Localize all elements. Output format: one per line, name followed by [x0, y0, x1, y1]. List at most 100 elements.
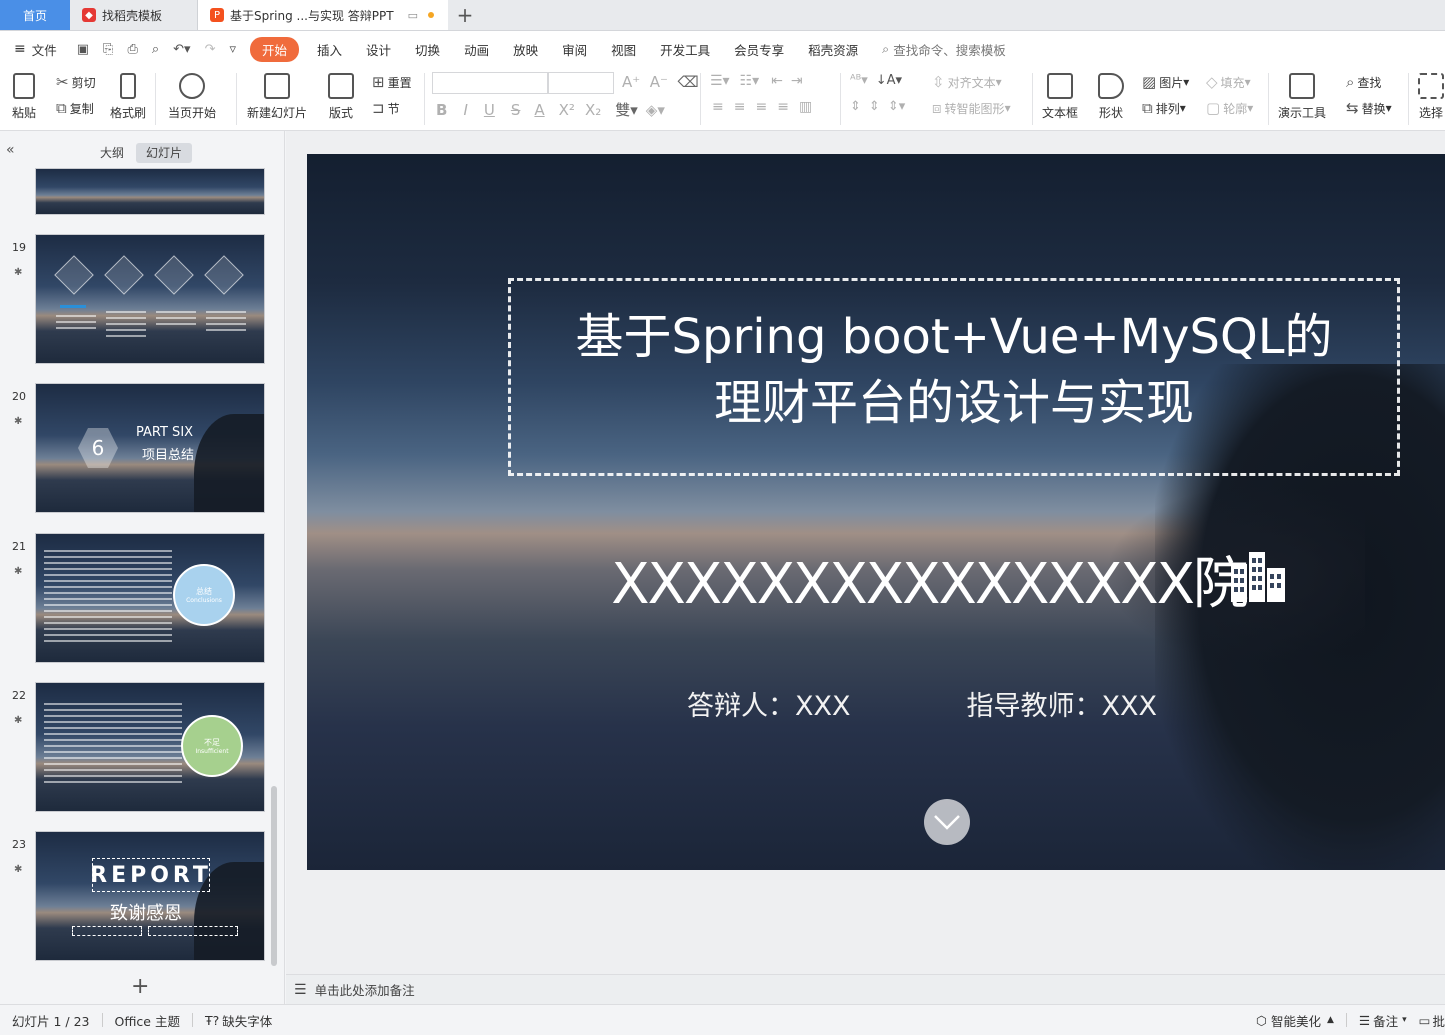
menu-developer[interactable]: 开发工具 [660, 40, 710, 59]
presentation-tools-button[interactable]: 演示工具 [1278, 73, 1326, 121]
slide-thumbnail-21[interactable]: 总结 Conclusions [35, 533, 265, 663]
tab-template[interactable]: ◆ 找稻壳模板 [70, 0, 198, 30]
slide-thumbnail-19[interactable] [35, 234, 265, 364]
bullet-list-icon[interactable]: ☰▾ [710, 73, 730, 89]
decrease-indent-icon[interactable]: ⇤ [771, 73, 783, 89]
font-size-select[interactable] [548, 72, 614, 94]
new-tab-button[interactable]: + [448, 0, 482, 30]
textbox-button[interactable]: 文本框 [1042, 73, 1078, 121]
align-center-icon[interactable]: ≡ [734, 99, 746, 115]
strikethrough-button[interactable]: S [511, 101, 521, 119]
play-from-current-button[interactable]: 当页开始 [168, 73, 216, 121]
missing-font-button[interactable]: Ŧ? 缺失字体 [205, 1011, 272, 1030]
underline-button[interactable]: U [484, 101, 495, 119]
font-color-button[interactable]: A [534, 101, 544, 119]
picture-button[interactable]: ▨ 图片 ▾ [1142, 73, 1189, 91]
section-button[interactable]: ⊐ 节 [372, 99, 400, 117]
reset-button[interactable]: ⊞ 重置 [372, 73, 412, 91]
tab-home[interactable]: 首页 [0, 0, 70, 30]
chevron-down-icon[interactable] [924, 799, 970, 845]
export-pdf-icon[interactable]: ⎘ [103, 42, 113, 57]
smart-shape-button[interactable]: ⧈ 转智能图形 ▾ [932, 99, 1011, 117]
redo-icon[interactable]: ↷ [205, 42, 216, 57]
menu-animation[interactable]: 动画 [464, 40, 489, 59]
tab-document[interactable]: P 基于Spring ...与实现 答辩PPT ▭ [198, 0, 448, 30]
tab-outline[interactable]: 大纲 [90, 143, 134, 163]
copy-button[interactable]: ⧉ 复制 [56, 99, 94, 117]
superscript-button[interactable]: X² [559, 101, 575, 119]
save-icon[interactable]: ▣ [77, 42, 89, 57]
menu-design[interactable]: 设计 [366, 40, 391, 59]
presenter-name[interactable]: 答辩人：XXX [687, 684, 851, 723]
advisor-name[interactable]: 指导教师：XXX [967, 684, 1158, 723]
comments-button[interactable]: ▭ 批 [1419, 1011, 1445, 1030]
spacing-dropdown-icon[interactable]: ⇕▾ [888, 99, 905, 114]
menu-review[interactable]: 审阅 [562, 40, 587, 59]
slide-thumbnail-18[interactable] [35, 168, 265, 215]
beautify-button[interactable]: ⬡ 智能美化 ▲ [1256, 1011, 1334, 1030]
select-button[interactable]: 选择 [1418, 73, 1444, 121]
menu-home[interactable]: 开始 [250, 36, 300, 62]
slide-thumbnail-20[interactable]: 6 PART SIX 项目总结 [35, 383, 265, 513]
find-button[interactable]: ⌕ 查找 [1346, 73, 1381, 91]
file-menu[interactable]: ≡ 文件 [14, 40, 57, 59]
line-spacing-icon[interactable]: ⇕ [850, 99, 861, 114]
slide-title[interactable]: 基于Spring boot+Vue+MySQL的 理财平台的设计与实现 [508, 304, 1400, 436]
layout-button[interactable]: 版式 [328, 73, 354, 121]
new-slide-button[interactable]: 新建幻灯片 [247, 73, 307, 121]
current-slide[interactable]: 基于Spring boot+Vue+MySQL的 理财平台的设计与实现 XXXX… [307, 154, 1445, 870]
collapse-pane-icon[interactable]: « [6, 142, 15, 158]
increase-indent-icon[interactable]: ⇥ [791, 73, 803, 89]
slide-thumbnail-22[interactable]: 不足 Insufficient [35, 682, 265, 812]
align-right-icon[interactable]: ≡ [755, 99, 767, 115]
cut-button[interactable]: ✂ 剪切 [56, 73, 96, 91]
paragraph-spacing-icon[interactable]: ⇕ [869, 99, 880, 114]
tab-slides[interactable]: 幻灯片 [136, 143, 193, 163]
font-size-buttons[interactable]: A⁺ A⁻ ⌫ [622, 73, 699, 91]
arrange-button[interactable]: ⧉ 排列 ▾ [1142, 99, 1186, 117]
italic-button[interactable]: I [463, 101, 467, 119]
slide-thumbnail-23[interactable]: REPORT 致谢感恩 [35, 831, 265, 961]
slides-scrollbar[interactable] [271, 786, 277, 966]
print-preview-icon[interactable]: ⌕ [152, 42, 159, 57]
distribute-icon[interactable]: ▥ [799, 99, 812, 115]
highlight-icon[interactable]: ◈▾ [646, 101, 665, 119]
fill-button[interactable]: ◇ 填充 ▾ [1206, 73, 1251, 91]
theme-name[interactable]: Office 主题 [115, 1011, 180, 1030]
shape-button[interactable]: 形状 [1098, 73, 1124, 121]
menu-docer[interactable]: 稻壳资源 [808, 40, 858, 59]
increase-font-icon[interactable]: A⁺ [622, 73, 640, 91]
paste-button[interactable]: 粘贴 [12, 73, 36, 121]
print-icon[interactable]: ⎙ [127, 42, 137, 57]
customize-icon[interactable]: ▿ [229, 42, 236, 57]
font-family-select[interactable] [432, 72, 548, 94]
numbered-list-icon[interactable]: ☷▾ [740, 73, 760, 89]
clear-format-icon[interactable]: ⌫ [677, 73, 698, 91]
command-search[interactable]: ⌕ 查找命令、搜索模板 [882, 40, 1006, 59]
notes-bar[interactable]: ☰ 单击此处添加备注 [286, 974, 1445, 1004]
monitor-icon[interactable]: ▭ [408, 9, 418, 22]
text-direction-icon[interactable]: ᴬᴮ▾ [850, 73, 868, 88]
undo-icon[interactable]: ↶▾ [173, 42, 190, 57]
add-slide-button[interactable]: + [131, 974, 149, 999]
menu-member[interactable]: 会员专享 [734, 40, 784, 59]
format-painter-button[interactable]: 格式刷 [110, 73, 146, 121]
justify-icon[interactable]: ≡ [777, 99, 789, 115]
menu-slideshow[interactable]: 放映 [513, 40, 538, 59]
bold-button[interactable]: B [436, 101, 447, 119]
menu-view[interactable]: 视图 [611, 40, 636, 59]
menu-insert[interactable]: 插入 [317, 40, 342, 59]
menu-transition[interactable]: 切换 [415, 40, 440, 59]
sort-icon[interactable]: ↓A▾ [876, 73, 902, 88]
align-text-button[interactable]: ⇳ 对齐文本 ▾ [932, 73, 1002, 91]
outline-button[interactable]: ▢ 轮廓 ▾ [1206, 99, 1253, 117]
align-left-icon[interactable]: ≡ [712, 99, 724, 115]
decrease-font-icon[interactable]: A⁻ [650, 73, 668, 91]
slide-number-19: 19 [12, 241, 26, 254]
new-slide-icon [264, 73, 290, 99]
replace-button[interactable]: ⇆ 替换 ▾ [1346, 99, 1392, 117]
college-name[interactable]: XXXXXXXXXXXXXXXX院 [567, 539, 1249, 620]
phonetic-icon[interactable]: 雙▾ [615, 99, 638, 120]
subscript-button[interactable]: X₂ [585, 101, 601, 119]
notes-toggle-button[interactable]: ☰ 备注 ▾ [1359, 1011, 1407, 1030]
